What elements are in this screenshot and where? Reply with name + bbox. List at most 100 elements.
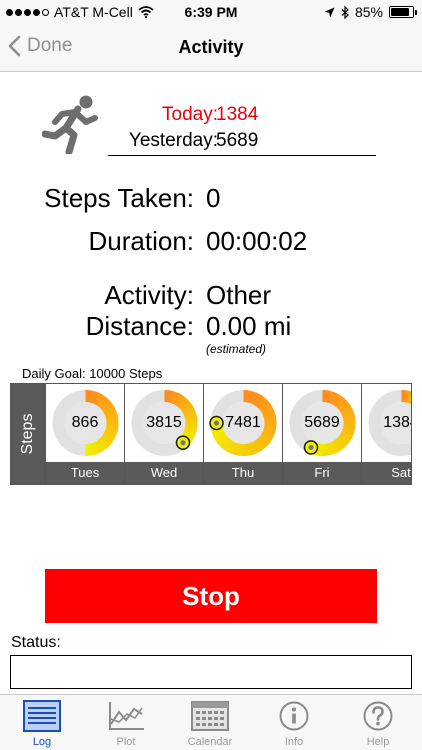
yesterday-value: 5689 bbox=[216, 130, 259, 151]
activity-label: Activity: bbox=[104, 280, 194, 310]
ring-progress-segment bbox=[182, 431, 195, 440]
ring-progress-segment bbox=[261, 431, 274, 440]
ring-progress-segment bbox=[214, 433, 227, 443]
bluetooth-icon bbox=[341, 5, 349, 19]
ring-progress-segment bbox=[218, 436, 230, 448]
tab-calendar[interactable]: Calendar bbox=[168, 695, 252, 750]
today-value: 1384 bbox=[216, 104, 259, 125]
steps-taken-label: Steps Taken: bbox=[44, 183, 194, 213]
today-label: Today: bbox=[162, 104, 218, 125]
ring-progress-segment bbox=[97, 438, 108, 450]
tab-log[interactable]: Log bbox=[0, 695, 84, 750]
ring-progress-segment bbox=[324, 390, 330, 403]
ring-progress-segment bbox=[213, 431, 226, 440]
stop-button[interactable]: Stop bbox=[45, 569, 377, 623]
ring-end-marker-dot bbox=[308, 444, 314, 451]
day-cell-sat[interactable]: 1384 Sat bbox=[361, 384, 411, 484]
ring-progress-segment bbox=[95, 394, 106, 407]
ring-progress-segment bbox=[223, 439, 234, 452]
day-cell-wed[interactable]: 3815 Wed bbox=[124, 384, 203, 484]
ring-progress-segment bbox=[339, 403, 352, 413]
activity-value[interactable]: Other bbox=[206, 280, 271, 311]
day-label: Tues bbox=[46, 462, 124, 484]
battery-percent: 85% bbox=[354, 4, 383, 20]
ring-progress-segment bbox=[226, 441, 236, 454]
calendar-icon bbox=[191, 701, 229, 731]
ring-progress-segment bbox=[170, 391, 179, 404]
day-step-count: 5689 bbox=[304, 414, 340, 431]
distance-value: 0.00 mi bbox=[206, 311, 292, 341]
tab-log-label: Log bbox=[32, 736, 52, 748]
daily-goal-label: Daily Goal: 10000 Steps bbox=[22, 366, 163, 381]
distance-estimated-note: (estimated) bbox=[206, 342, 267, 356]
day-cell-tues[interactable]: 866 Tues bbox=[45, 384, 124, 484]
ring-progress-segment bbox=[405, 390, 411, 404]
ring-progress-segment bbox=[91, 442, 99, 455]
ring-progress-segment bbox=[251, 441, 260, 454]
yesterday-label: Yesterday: bbox=[128, 130, 218, 151]
ring-progress-segment bbox=[326, 390, 334, 404]
help-icon bbox=[363, 701, 393, 731]
ring-progress-segment bbox=[216, 435, 228, 446]
day-label: Wed bbox=[125, 462, 203, 484]
ring-progress-segment bbox=[330, 441, 339, 454]
log-icon bbox=[23, 700, 61, 732]
ring-progress-segment bbox=[338, 401, 350, 411]
ring-progress-segment bbox=[99, 398, 111, 410]
ring-progress-segment bbox=[334, 438, 345, 451]
ring-progress-segment bbox=[340, 431, 353, 441]
distance-label: Distance: bbox=[85, 311, 194, 341]
ring-progress-segment bbox=[102, 433, 115, 443]
ring-progress-segment bbox=[229, 442, 238, 455]
day-cell-thu[interactable]: 7481 Thu bbox=[203, 384, 282, 484]
ring-progress-segment bbox=[97, 396, 108, 408]
ring-progress-segment bbox=[103, 431, 116, 440]
ring-progress-segment bbox=[255, 396, 266, 408]
ring-progress-segment bbox=[334, 396, 345, 408]
ring-progress-segment bbox=[176, 396, 187, 408]
weekly-steps-strip: Steps 866 Tues 3815 Wed 7481 Thu 5689 Fri 1384 Sa… bbox=[10, 383, 412, 485]
tab-bar: Log Plot Calendar Info Help bbox=[0, 694, 422, 750]
ring-progress-segment bbox=[89, 442, 96, 456]
ring-progress-segment bbox=[178, 398, 190, 410]
info-icon bbox=[279, 701, 309, 731]
ring-progress-segment bbox=[91, 391, 100, 404]
ring-progress-segment bbox=[87, 390, 93, 403]
day-step-count: 3815 bbox=[146, 414, 182, 431]
ring-progress-segment bbox=[332, 440, 342, 452]
tab-help[interactable]: Help bbox=[336, 695, 420, 750]
ring-progress-segment bbox=[103, 406, 116, 415]
ring-progress-segment bbox=[255, 438, 266, 450]
day-label: Thu bbox=[204, 462, 282, 484]
steps-axis-label: Steps bbox=[19, 413, 36, 455]
day-cell-fri[interactable]: 5689 Fri bbox=[282, 384, 361, 484]
ring-progress-segment bbox=[232, 442, 240, 456]
ring-progress-segment bbox=[179, 400, 192, 411]
ring-progress-segment bbox=[403, 390, 410, 403]
ring-progress-segment bbox=[101, 400, 113, 411]
ring-progress-segment bbox=[257, 436, 269, 448]
ring-progress-segment bbox=[249, 391, 258, 404]
status-right-group: 85% bbox=[324, 4, 417, 20]
ring-progress-segment bbox=[249, 442, 257, 455]
page-title: Activity bbox=[178, 37, 244, 57]
ring-progress-segment bbox=[257, 398, 269, 410]
status-bar: AT&T M-Cell 6:39 PM 85% bbox=[0, 0, 422, 24]
ring-progress-segment bbox=[93, 441, 102, 454]
ring-progress-segment bbox=[245, 390, 251, 403]
ring-progress-segment bbox=[168, 390, 175, 404]
tab-info[interactable]: Info bbox=[252, 695, 336, 750]
tab-plot[interactable]: Plot bbox=[84, 695, 168, 750]
ring-progress-segment bbox=[253, 394, 264, 407]
battery-icon bbox=[389, 6, 417, 18]
battery-fill bbox=[391, 8, 409, 16]
day-step-count: 7481 bbox=[225, 414, 261, 431]
ring-progress-segment bbox=[236, 443, 242, 456]
ring-progress-segment bbox=[260, 403, 273, 413]
ring-progress-segment bbox=[93, 392, 103, 405]
steps-taken-value: 0 bbox=[206, 183, 221, 213]
status-input[interactable] bbox=[10, 655, 412, 689]
day-label: Sat bbox=[362, 462, 411, 484]
ring-progress-segment bbox=[89, 390, 97, 404]
ring-progress-segment bbox=[258, 435, 271, 446]
